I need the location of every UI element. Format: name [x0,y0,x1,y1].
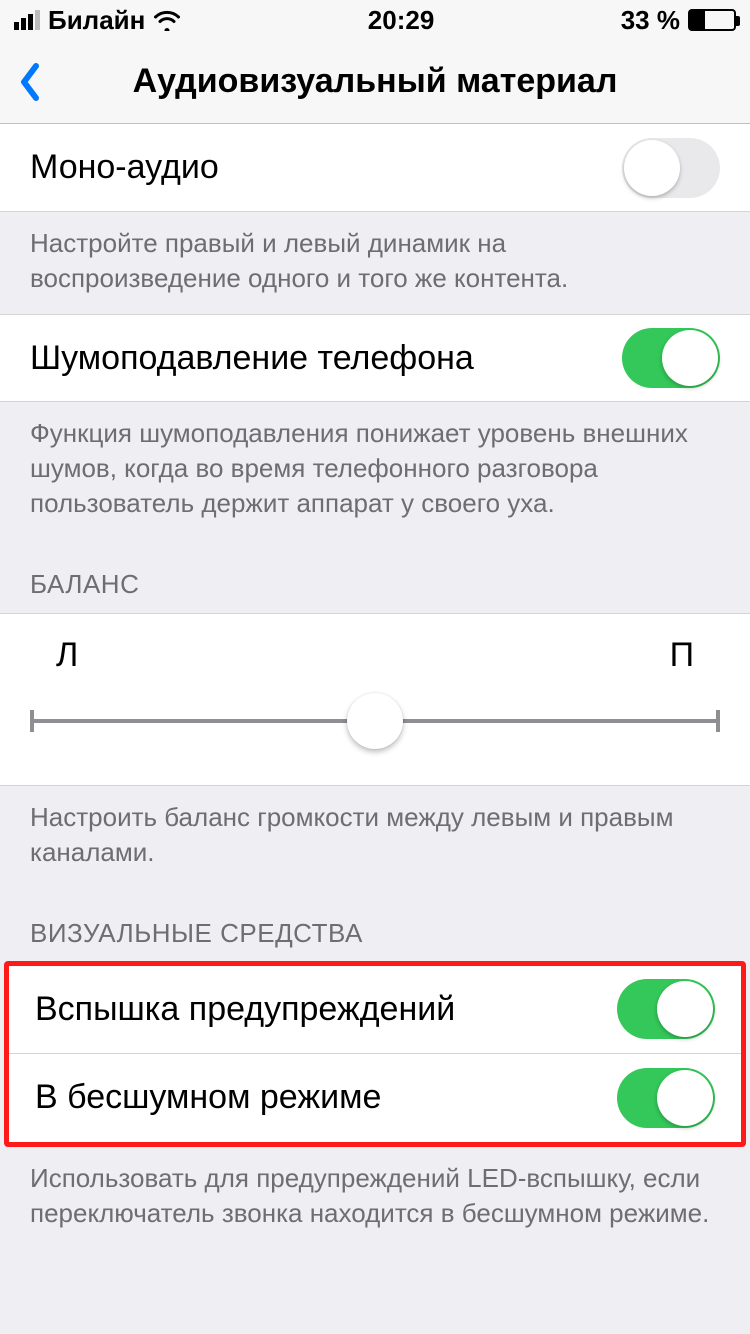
noise-cancel-switch[interactable] [622,328,720,388]
status-left: Билайн [14,5,181,36]
mono-audio-switch[interactable] [622,138,720,198]
balance-right-label: П [670,636,694,675]
balance-labels: Л П [30,636,720,693]
back-button[interactable] [0,62,54,102]
mono-audio-label: Моно-аудио [30,148,622,187]
balance-left-label: Л [56,636,78,675]
mono-audio-footer: Настройте правый и левый динамик на восп… [0,212,750,314]
flash-silent-switch[interactable] [617,1068,715,1128]
status-bar: Билайн 20:29 33 % [0,0,750,40]
visual-header: ВИЗУАЛЬНЫЕ СРЕДСТВА [0,888,750,961]
noise-cancel-row: Шумоподавление телефона [0,314,750,402]
battery-icon [688,9,736,31]
balance-footer: Настроить баланс громкости между левым и… [0,786,750,888]
signal-icon [14,10,40,30]
battery-percent-label: 33 % [621,5,680,36]
nav-bar: Аудиовизуальный материал [0,40,750,124]
status-right: 33 % [621,5,736,36]
page-title: Аудиовизуальный материал [0,62,750,101]
flash-alerts-row: Вспышка предупреждений [9,966,741,1054]
mono-audio-row: Моно-аудио [0,124,750,212]
highlighted-group: Вспышка предупреждений В бесшумном режим… [4,961,746,1147]
visual-footer: Использовать для предупреждений LED-вспы… [0,1147,750,1249]
balance-row: Л П [0,613,750,786]
flash-alerts-switch[interactable] [617,979,715,1039]
flash-silent-label: В бесшумном режиме [35,1078,617,1117]
balance-header: БАЛАНС [0,539,750,612]
noise-cancel-label: Шумоподавление телефона [30,339,622,378]
status-time: 20:29 [368,5,435,36]
chevron-left-icon [18,62,42,102]
wifi-icon [153,9,181,31]
noise-cancel-footer: Функция шумоподавления понижает уровень … [0,402,750,539]
balance-slider-thumb[interactable] [347,693,403,749]
carrier-label: Билайн [48,5,145,36]
flash-silent-row: В бесшумном режиме [9,1054,741,1142]
balance-slider[interactable] [30,693,720,749]
flash-alerts-label: Вспышка предупреждений [35,990,617,1029]
